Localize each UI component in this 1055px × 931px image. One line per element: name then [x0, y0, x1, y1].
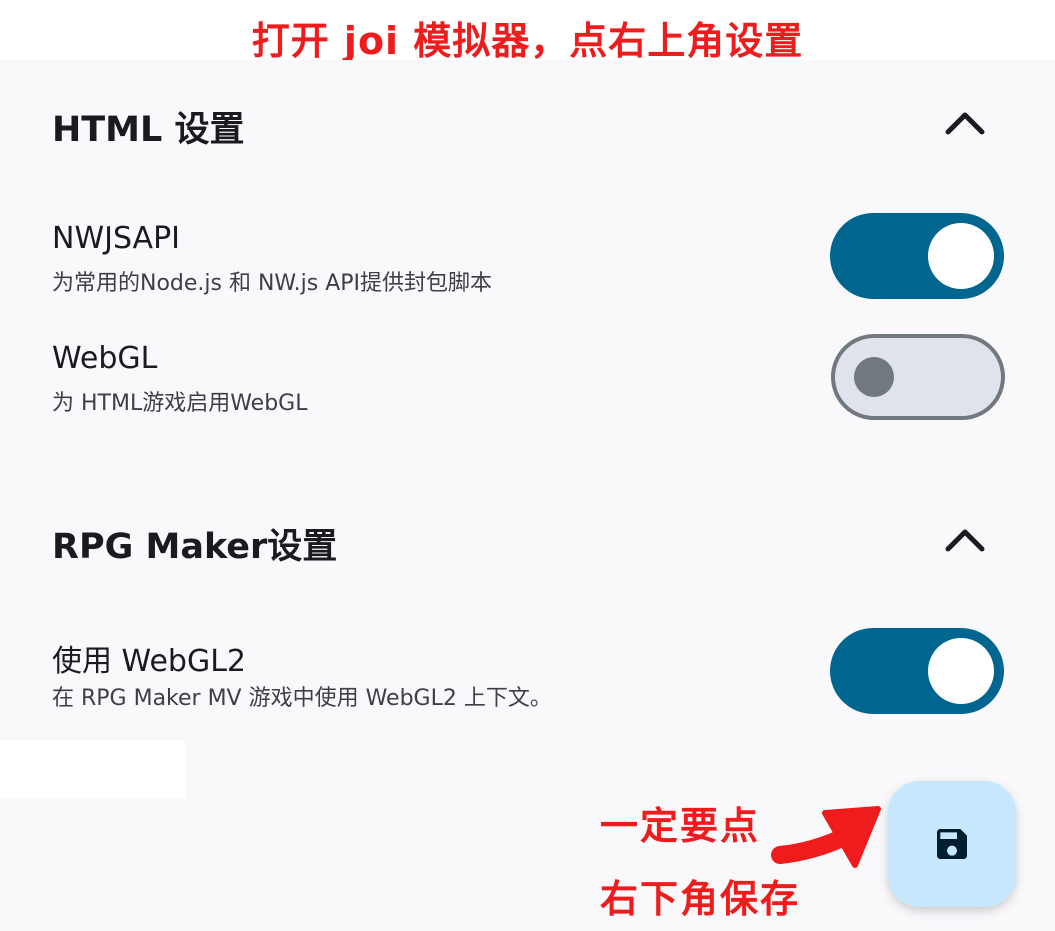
webgl2-title: 使用 WebGL2	[52, 644, 246, 679]
webgl2-subtitle: 在 RPG Maker MV 游戏中使用 WebGL2 上下文。	[52, 686, 552, 711]
toggle-knob	[854, 357, 894, 397]
note-line-1: 一定要点	[600, 804, 761, 848]
chevron-up-icon[interactable]	[940, 519, 990, 559]
save-button[interactable]	[888, 781, 1016, 907]
webgl-subtitle: 为 HTML游戏启用WebGL	[52, 391, 308, 416]
save-icon	[937, 829, 967, 859]
top-annotation: 打开 joi 模拟器，点右上角设置	[251, 19, 804, 63]
toggle-knob	[928, 638, 994, 704]
nwjsapi-title: NWJSAPI	[52, 221, 181, 256]
chevron-up-icon[interactable]	[940, 102, 990, 142]
toggle-knob	[928, 223, 994, 289]
webgl2-toggle[interactable]	[830, 628, 1004, 714]
webgl-title: WebGL	[52, 341, 158, 376]
rpg-section-title: RPG Maker设置	[52, 527, 338, 567]
top-banner: 打开 joi 模拟器，点右上角设置	[0, 0, 1055, 63]
nwjsapi-toggle[interactable]	[830, 213, 1004, 299]
html-section-title: HTML 设置	[52, 110, 245, 150]
nwjsapi-subtitle: 为常用的Node.js 和 NW.js API提供封包脚本	[52, 271, 493, 296]
white-patch	[0, 740, 185, 798]
arrow-icon	[770, 795, 890, 899]
webgl-toggle[interactable]	[831, 334, 1005, 420]
